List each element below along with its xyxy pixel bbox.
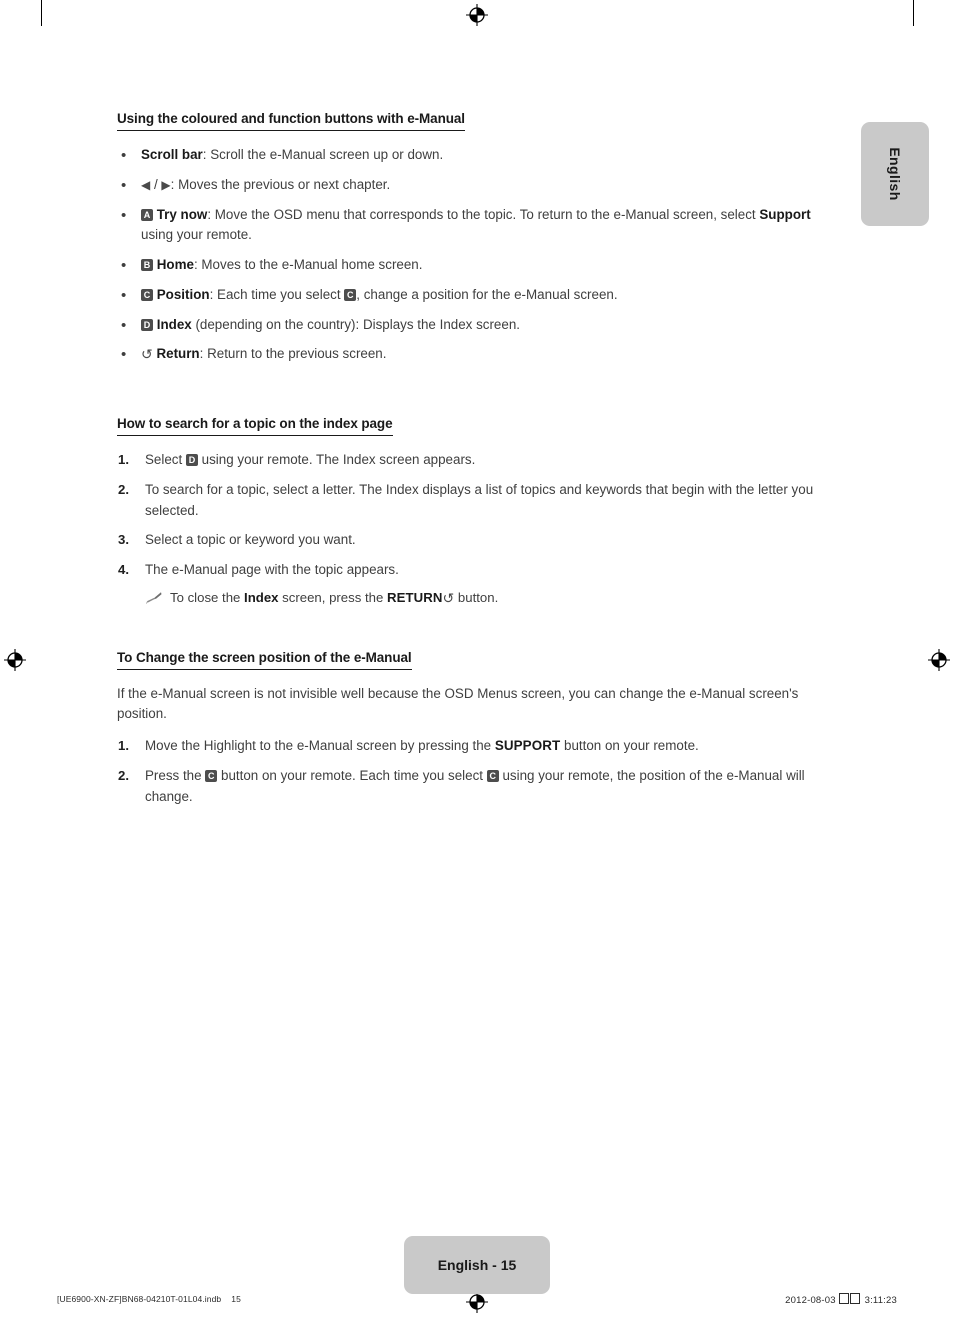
list-item: 1. Move the Highlight to the e-Manual scr… <box>117 736 845 757</box>
list-item: A Try now: Move the OSD menu that corres… <box>117 204 845 247</box>
registration-mark-bottom <box>466 1291 488 1313</box>
step-text-part2: using your remote. The Index screen appe… <box>197 452 476 468</box>
bullet-text-part2: , change a position for the e-Manual scr… <box>356 286 618 302</box>
bullet-label: Try now <box>156 206 208 222</box>
key-d-icon: D <box>141 318 153 331</box>
crop-mark-top-right <box>913 0 914 26</box>
missing-glyph-box <box>849 1293 860 1304</box>
bullet-text: (depending on the country): Displays the… <box>195 316 520 332</box>
page-number-badge: English - 15 <box>404 1236 550 1294</box>
bullet-sep: : <box>209 286 218 302</box>
list-item: ◀ / ▶: Moves the previous or next chapte… <box>117 174 845 197</box>
support-button-label: SUPPORT <box>494 738 561 754</box>
list-item: B Home: Moves to the e-Manual home scree… <box>117 254 845 277</box>
bullet-text: Moves the previous or next chapter. <box>178 176 391 192</box>
note-text-part3: button. <box>454 589 499 605</box>
bullet-text-part1: Move the OSD menu that corresponds to th… <box>214 206 760 222</box>
bullet-label: Return <box>156 346 200 362</box>
step-number: 2. <box>118 481 129 497</box>
arrow-right-icon: ▶ <box>161 177 171 192</box>
registration-mark-top <box>466 4 488 26</box>
return-arrow-icon: ↺ <box>442 589 455 606</box>
language-side-tab: English <box>861 122 929 226</box>
key-c-icon: C <box>141 288 153 301</box>
footer-file-name: [UE6900-XN-ZF]BN68-04210T-01L04.indb <box>57 1294 222 1304</box>
step-text-part1: Press the <box>145 767 206 783</box>
bullet-label: Scroll bar <box>141 147 203 162</box>
registration-mark-left <box>4 649 26 671</box>
note-return-label: RETURN <box>386 589 443 605</box>
step-number: 4. <box>118 562 129 578</box>
step-text: The e-Manual page with the topic appears… <box>145 562 399 578</box>
section-heading: How to search for a topic on the index p… <box>117 416 393 437</box>
return-arrow-icon: ↺ <box>141 346 153 363</box>
step-text: To search for a topic, select a letter. … <box>145 481 814 518</box>
bullet-label: Position <box>156 286 210 302</box>
bullet-text: Moves to the e-Manual home screen. <box>201 257 423 273</box>
step-number: 1. <box>118 452 129 468</box>
registration-mark-right <box>928 649 950 671</box>
footer-date: 2012-08-03 <box>785 1295 836 1306</box>
arrow-separator: / <box>150 176 162 192</box>
list-item: 2. To search for a topic, select a letter… <box>117 480 845 522</box>
footer-timestamp: 2012-08-03 3:11:23 <box>785 1293 897 1306</box>
footer-time: 3:11:23 <box>864 1295 897 1306</box>
footer-file-page: 15 <box>231 1294 241 1304</box>
page-number-label: English - 15 <box>437 1257 517 1273</box>
step-text-part1: Select <box>145 452 186 468</box>
list-item: ↺ Return: Return to the previous screen. <box>117 343 845 366</box>
section-search-index: How to search for a topic on the index p… <box>117 415 845 610</box>
bullet-text-part1: Each time you select <box>217 286 345 302</box>
list-item: 4. The e-Manual page with the topic appea… <box>117 560 845 609</box>
bullet-inline-bold: Support <box>759 206 811 222</box>
note-block: To close the Index screen, press the RET… <box>145 588 845 610</box>
note-inline-bold: Index <box>244 589 279 605</box>
step-text-part2: button on your remote. <box>560 738 699 754</box>
key-a-icon: A <box>141 208 153 221</box>
step-number: 3. <box>118 532 129 548</box>
search-index-steps: 1. Select D using your remote. The Index … <box>117 450 845 610</box>
list-item: 3. Select a topic or keyword you want. <box>117 530 845 551</box>
note-text-part1: To close the <box>170 589 245 605</box>
note-text-part2: screen, press the <box>278 589 387 605</box>
list-item: Scroll bar: Scroll the e-Manual screen u… <box>117 144 845 167</box>
list-item: C Position: Each time you select C, chan… <box>117 284 845 307</box>
page-content: Using the coloured and function buttons … <box>117 110 845 816</box>
list-item: 2. Press the C button on your remote. Eac… <box>117 766 845 808</box>
step-number: 1. <box>118 738 129 754</box>
change-position-steps: 1. Move the Highlight to the e-Manual scr… <box>117 736 845 807</box>
section-heading: Using the coloured and function buttons … <box>117 111 465 131</box>
section-heading: To Change the screen position of the e-M… <box>117 650 412 670</box>
key-d-inline-icon: D <box>185 454 198 467</box>
list-item: 1. Select D using your remote. The Index … <box>117 450 845 471</box>
bullet-sep: : <box>199 346 208 362</box>
bullet-sep: : <box>170 176 179 192</box>
crop-mark-top-left <box>41 0 42 26</box>
section-change-position: To Change the screen position of the e-M… <box>117 649 845 808</box>
key-b-icon: B <box>141 259 153 272</box>
coloured-buttons-list: Scroll bar: Scroll the e-Manual screen u… <box>117 144 845 366</box>
step-text-part2: button on your remote. Each time you sel… <box>217 767 487 783</box>
missing-glyph-box <box>838 1293 849 1304</box>
footer-file-info: [UE6900-XN-ZF]BN68-04210T-01L04.indb 15 <box>57 1294 241 1304</box>
section-paragraph: If the e-Manual screen is not invisible … <box>117 685 799 722</box>
key-c-inline-icon: C <box>486 769 499 782</box>
pencil-icon <box>145 591 162 604</box>
step-text: Select a topic or keyword you want. <box>145 532 356 548</box>
step-number: 2. <box>118 767 129 783</box>
language-side-tab-label: English <box>887 147 903 201</box>
bullet-text: Return to the previous screen. <box>207 346 387 362</box>
bullet-label: Home <box>156 257 194 273</box>
bullet-label: Index <box>156 316 192 332</box>
key-c-inline-icon: C <box>205 769 218 782</box>
list-item: D Index (depending on the country): Disp… <box>117 314 845 337</box>
arrow-left-icon: ◀ <box>141 177 151 192</box>
bullet-text: Scroll the e-Manual screen up or down. <box>210 147 444 162</box>
bullet-sep: : <box>207 206 215 222</box>
step-text-part1: Move the Highlight to the e-Manual scree… <box>145 738 495 754</box>
section-coloured-buttons: Using the coloured and function buttons … <box>117 110 845 366</box>
key-c-inline-icon: C <box>344 288 357 301</box>
bullet-text-part2: using your remote. <box>141 227 252 243</box>
